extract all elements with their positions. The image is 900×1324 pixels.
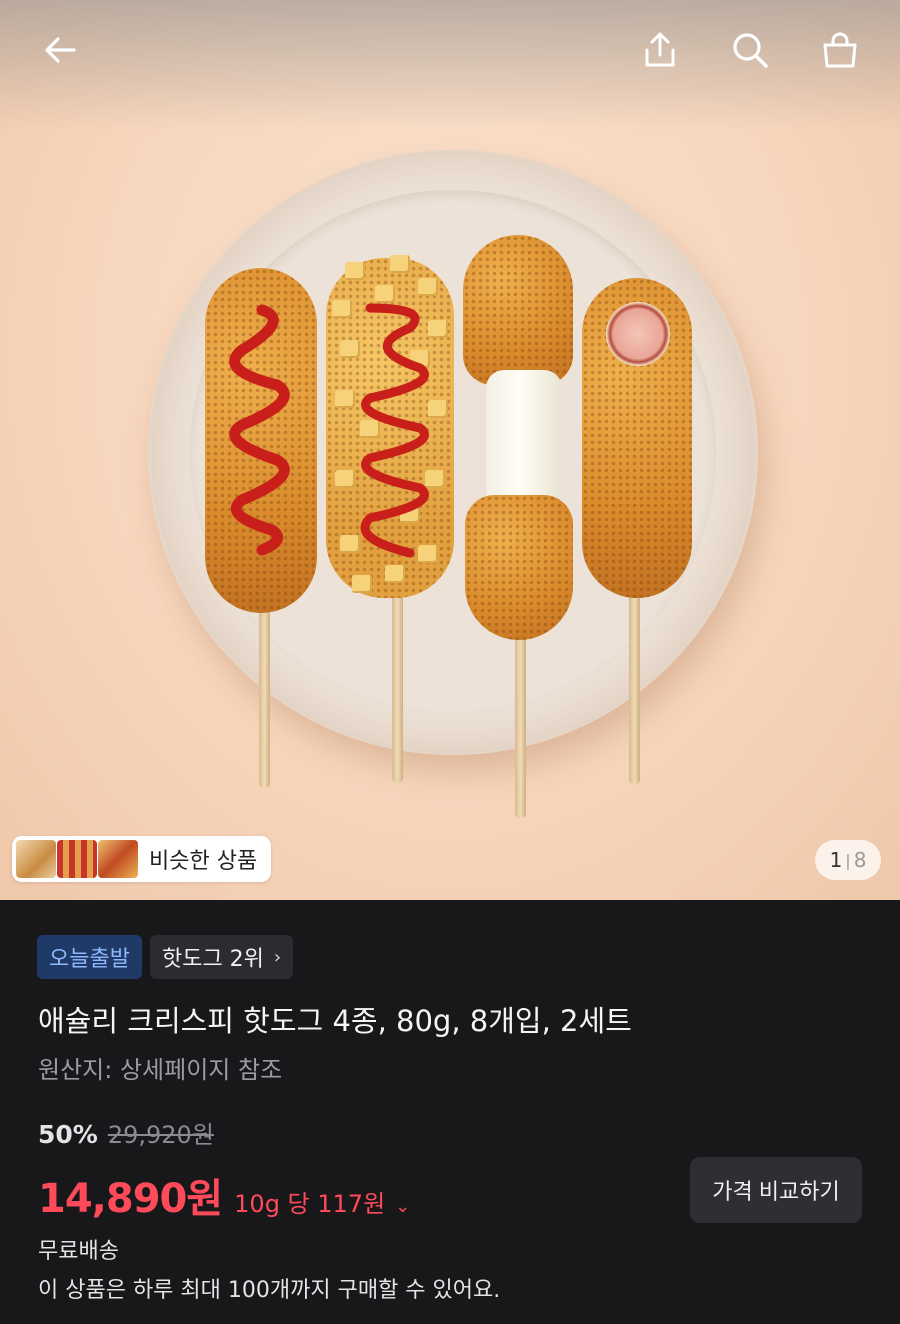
product-image[interactable]: 비슷한 상품 1 | 8	[0, 0, 900, 900]
chevron-right-icon: ›	[273, 946, 282, 968]
ranking-badge[interactable]: 핫도그 2위 ›	[149, 935, 294, 979]
ketchup-drizzle	[360, 303, 429, 558]
similar-thumbnail	[98, 840, 138, 878]
sale-price: 14,890원	[38, 1176, 223, 1222]
chevron-down-icon[interactable]: ⌄	[395, 1196, 410, 1217]
discount-row: 50% 29,920원	[38, 1115, 214, 1150]
today-shipping-label: 오늘출발	[49, 947, 130, 972]
product-title: 애슐리 크리스피 핫도그 4종, 80g, 8개입, 2세트	[38, 1004, 632, 1038]
cart-button[interactable]	[818, 28, 862, 72]
similar-products-button[interactable]: 비슷한 상품	[12, 836, 272, 882]
current-image-index: 1	[829, 848, 843, 872]
stick	[259, 600, 270, 788]
product-info-panel: 오늘출발 핫도그 2위 › 애슐리 크리스피 핫도그 4종, 80g, 8개입,…	[0, 900, 900, 1324]
image-counter: 1 | 8	[815, 840, 881, 880]
purchase-limit-notice: 이 상품은 하루 최대 100개까지 구매할 수 있어요.	[38, 1278, 501, 1303]
today-shipping-badge: 오늘출발	[37, 935, 142, 979]
price-row: 14,890원 10g 당 117원 ⌄	[38, 1166, 410, 1224]
back-button[interactable]	[38, 28, 82, 72]
discount-rate: 50%	[38, 1120, 98, 1149]
stick	[392, 590, 403, 782]
origin-text: 원산지: 상세페이지 참조	[38, 1056, 283, 1084]
original-price: 29,920원	[107, 1121, 214, 1149]
badge-row: 오늘출발 핫도그 2위 ›	[37, 935, 294, 979]
similar-thumbnail	[16, 840, 56, 878]
arrow-left-icon	[45, 37, 76, 63]
share-icon	[645, 32, 675, 67]
total-image-count: 8	[853, 848, 867, 872]
share-button[interactable]	[638, 28, 682, 72]
shipping-info: 무료배송	[38, 1239, 119, 1264]
compare-price-button[interactable]: 가격 비교하기	[690, 1157, 862, 1223]
unit-price[interactable]: 10g 당 117원	[234, 1184, 385, 1219]
stick	[515, 630, 526, 818]
search-icon	[733, 33, 768, 68]
similar-thumbnail	[57, 840, 97, 878]
ranking-label: 핫도그 2위	[161, 947, 264, 972]
sausage-cross-section	[606, 302, 670, 366]
corndog-cheese-top	[463, 235, 573, 385]
corndog-cheese-bottom	[465, 495, 573, 640]
shopping-bag-icon	[823, 32, 857, 68]
search-button[interactable]	[728, 28, 772, 72]
similar-products-label: 비슷한 상품	[149, 849, 258, 874]
stick	[629, 590, 640, 784]
ketchup-drizzle	[229, 304, 290, 556]
